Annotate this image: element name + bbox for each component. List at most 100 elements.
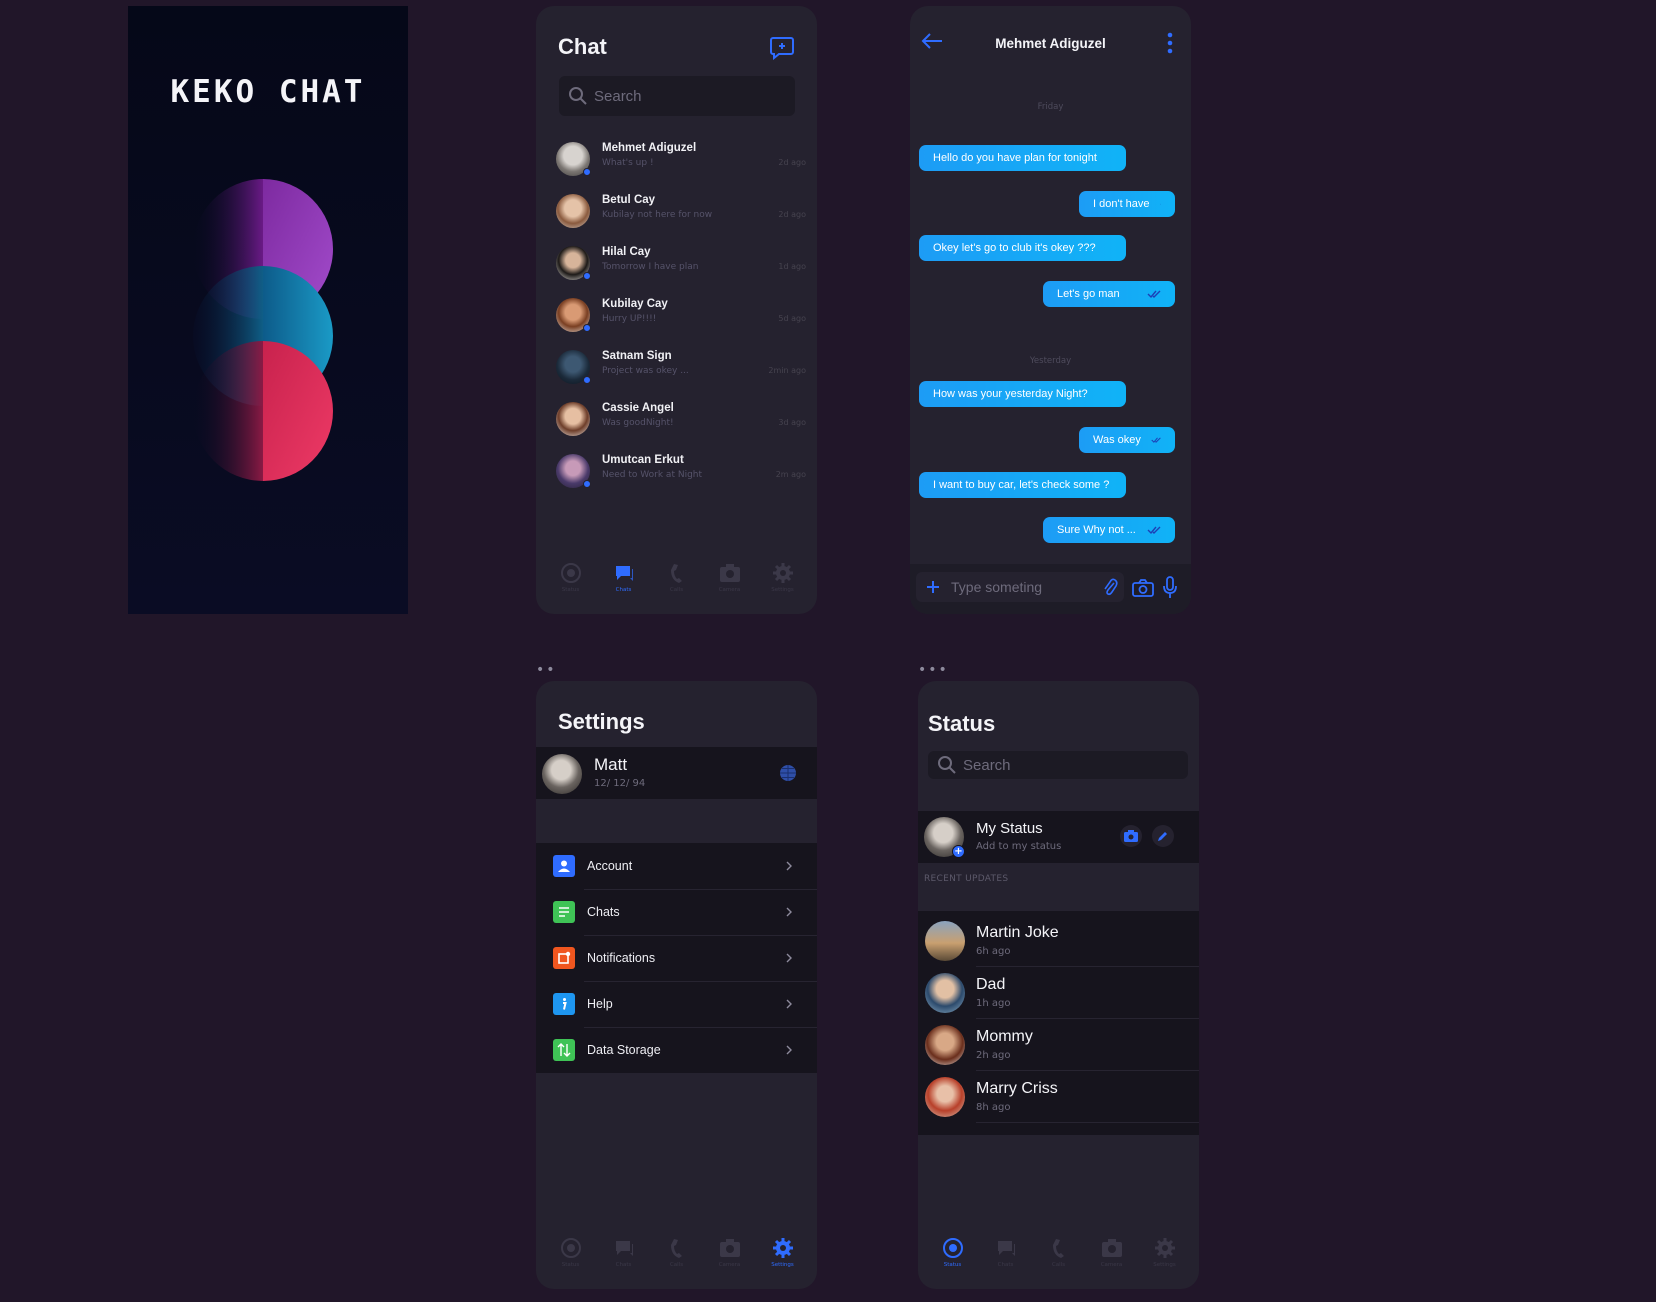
online-indicator <box>583 272 591 280</box>
new-chat-icon[interactable] <box>769 36 795 60</box>
nav-chats[interactable]: Chats <box>602 1233 646 1268</box>
message-out[interactable]: I don't have <box>1079 191 1175 217</box>
profile-name: Matt <box>594 755 628 774</box>
my-status-row[interactable]: + My Status Add to my status <box>918 811 1199 863</box>
nav-status[interactable]: Status <box>549 558 593 593</box>
camera-icon <box>1101 1239 1122 1257</box>
chat-row[interactable]: Hilal Cay Tomorrow I have plan 1d ago <box>556 242 806 294</box>
chat-row[interactable]: Cassie Angel Was goodNight! 3d ago <box>556 398 806 450</box>
gear-icon <box>1154 1238 1175 1258</box>
update-time: 2h ago <box>976 1050 1011 1061</box>
chat-name: Umutcan Erkut <box>602 454 684 466</box>
update-name: Dad <box>976 976 1006 993</box>
chat-row[interactable]: Kubilay Cay Hurry UP!!!! 5d ago <box>556 294 806 346</box>
message-out[interactable]: Sure Why not ... <box>1043 517 1175 543</box>
settings-item-account[interactable]: Account <box>536 843 817 889</box>
nav-camera[interactable]: Camera <box>708 558 752 593</box>
message-input[interactable]: Type someting <box>916 572 1124 602</box>
nav-status[interactable]: Status <box>931 1233 975 1268</box>
add-status-icon[interactable]: + <box>952 845 965 858</box>
nav-calls[interactable]: Calls <box>655 558 699 593</box>
nav-status[interactable]: Status <box>549 1233 593 1268</box>
update-name: Marry Criss <box>976 1080 1058 1097</box>
conversation-title: Mehmet Adiguzel <box>995 36 1106 51</box>
nav-label: Settings <box>1153 1262 1176 1268</box>
chat-row[interactable]: Mehmet Adiguzel What's up ! 2d ago <box>556 138 806 190</box>
settings-item-label: Data Storage <box>587 1043 661 1057</box>
update-time: 1h ago <box>976 998 1011 1009</box>
nav-chats[interactable]: Chats <box>984 1233 1028 1268</box>
pencil-icon <box>1158 832 1167 841</box>
paperclip-icon[interactable] <box>1102 578 1118 596</box>
chat-time: 5d ago <box>778 314 806 323</box>
message-in[interactable]: I want to buy car, let's check some ? <box>919 472 1126 498</box>
globe-icon[interactable] <box>779 764 797 782</box>
splash-screen: KEKO CHAT <box>128 6 408 614</box>
chats-icon <box>615 1241 633 1256</box>
chat-time: 1d ago <box>778 262 806 271</box>
message-text: How was your yesterday Night? <box>933 388 1088 400</box>
settings-item-help[interactable]: Help <box>536 981 817 1027</box>
nav-label: Status <box>561 1262 580 1268</box>
chat-row[interactable]: Satnam Sign Project was okey ... 2min ago <box>556 346 806 398</box>
avatar <box>556 142 591 176</box>
search-input[interactable]: Search <box>928 751 1188 779</box>
nav-label: Camera <box>718 587 741 593</box>
status-update-row[interactable]: Martin Joke 6h ago <box>918 915 1199 967</box>
chat-preview: Was goodNight! <box>602 418 674 428</box>
nav-chats[interactable]: Chats <box>602 558 646 593</box>
search-input[interactable]: Search <box>559 76 795 116</box>
nav-calls[interactable]: Calls <box>1037 1233 1081 1268</box>
message-out[interactable]: Was okey <box>1079 427 1175 453</box>
data-storage-icon <box>553 1039 575 1061</box>
nav-camera[interactable]: Camera <box>1090 1233 1134 1268</box>
camera-button[interactable] <box>1120 825 1142 847</box>
day-separator: Friday <box>1037 102 1064 112</box>
message-in[interactable]: Okey let's go to club it's okey ??? <box>919 235 1126 261</box>
more-vertical-icon[interactable] <box>1167 32 1173 54</box>
nav-label: Calls <box>669 587 684 593</box>
chevron-right-icon <box>786 953 792 963</box>
profile-date: 12/ 12/ 94 <box>594 778 646 789</box>
chat-row[interactable]: Umutcan Erkut Need to Work at Night 2m ag… <box>556 450 806 502</box>
status-update-row[interactable]: Mommy 2h ago <box>918 1019 1199 1071</box>
settings-item-chats[interactable]: Chats <box>536 889 817 935</box>
status-icon <box>942 1238 963 1258</box>
edit-button[interactable] <box>1152 825 1174 847</box>
profile-row[interactable]: Matt 12/ 12/ 94 <box>536 747 817 799</box>
page-title: Status <box>928 711 996 736</box>
status-update-row[interactable]: Marry Criss 8h ago <box>918 1071 1199 1123</box>
nav-camera[interactable]: Camera <box>708 1233 752 1268</box>
avatar <box>925 1025 965 1065</box>
online-indicator <box>583 376 591 384</box>
nav-calls[interactable]: Calls <box>655 1233 699 1268</box>
settings-item-label: Help <box>587 997 613 1011</box>
chats-icon <box>997 1241 1015 1256</box>
nav-settings[interactable]: Settings <box>761 558 805 593</box>
message-in[interactable]: How was your yesterday Night? <box>919 381 1126 407</box>
conversation-header: Mehmet Adiguzel <box>910 6 1191 76</box>
message-out[interactable]: Let's go man <box>1043 281 1175 307</box>
message-in[interactable]: Hello do you have plan for tonight <box>919 145 1126 171</box>
page-title: Chat <box>558 34 607 59</box>
settings-item-label: Notifications <box>587 951 656 965</box>
nav-settings[interactable]: Settings <box>761 1233 805 1268</box>
avatar <box>925 1077 965 1117</box>
chat-name: Cassie Angel <box>602 402 674 414</box>
nav-settings[interactable]: Settings <box>1143 1233 1187 1268</box>
search-placeholder: Search <box>594 87 642 105</box>
nav-label: Chats <box>997 1262 1014 1268</box>
recent-updates-list: Martin Joke 6h ago Dad 1h ago Mommy 2h a… <box>918 911 1199 1135</box>
settings-item-label: Account <box>587 859 633 873</box>
nav-label: Settings <box>771 1262 794 1268</box>
settings-item-notifications[interactable]: Notifications <box>536 935 817 981</box>
camera-icon <box>719 1239 740 1257</box>
chat-row[interactable]: Betul Cay Kubilay not here for now 2d ago <box>556 190 806 242</box>
chat-name: Mehmet Adiguzel <box>602 142 697 154</box>
settings-item-data-storage[interactable]: Data Storage <box>536 1027 817 1073</box>
plus-icon[interactable] <box>924 578 942 596</box>
microphone-icon[interactable] <box>1162 576 1178 600</box>
camera-icon[interactable] <box>1132 578 1154 598</box>
status-update-row[interactable]: Dad 1h ago <box>918 967 1199 1019</box>
message-text: Okey let's go to club it's okey ??? <box>933 242 1096 254</box>
